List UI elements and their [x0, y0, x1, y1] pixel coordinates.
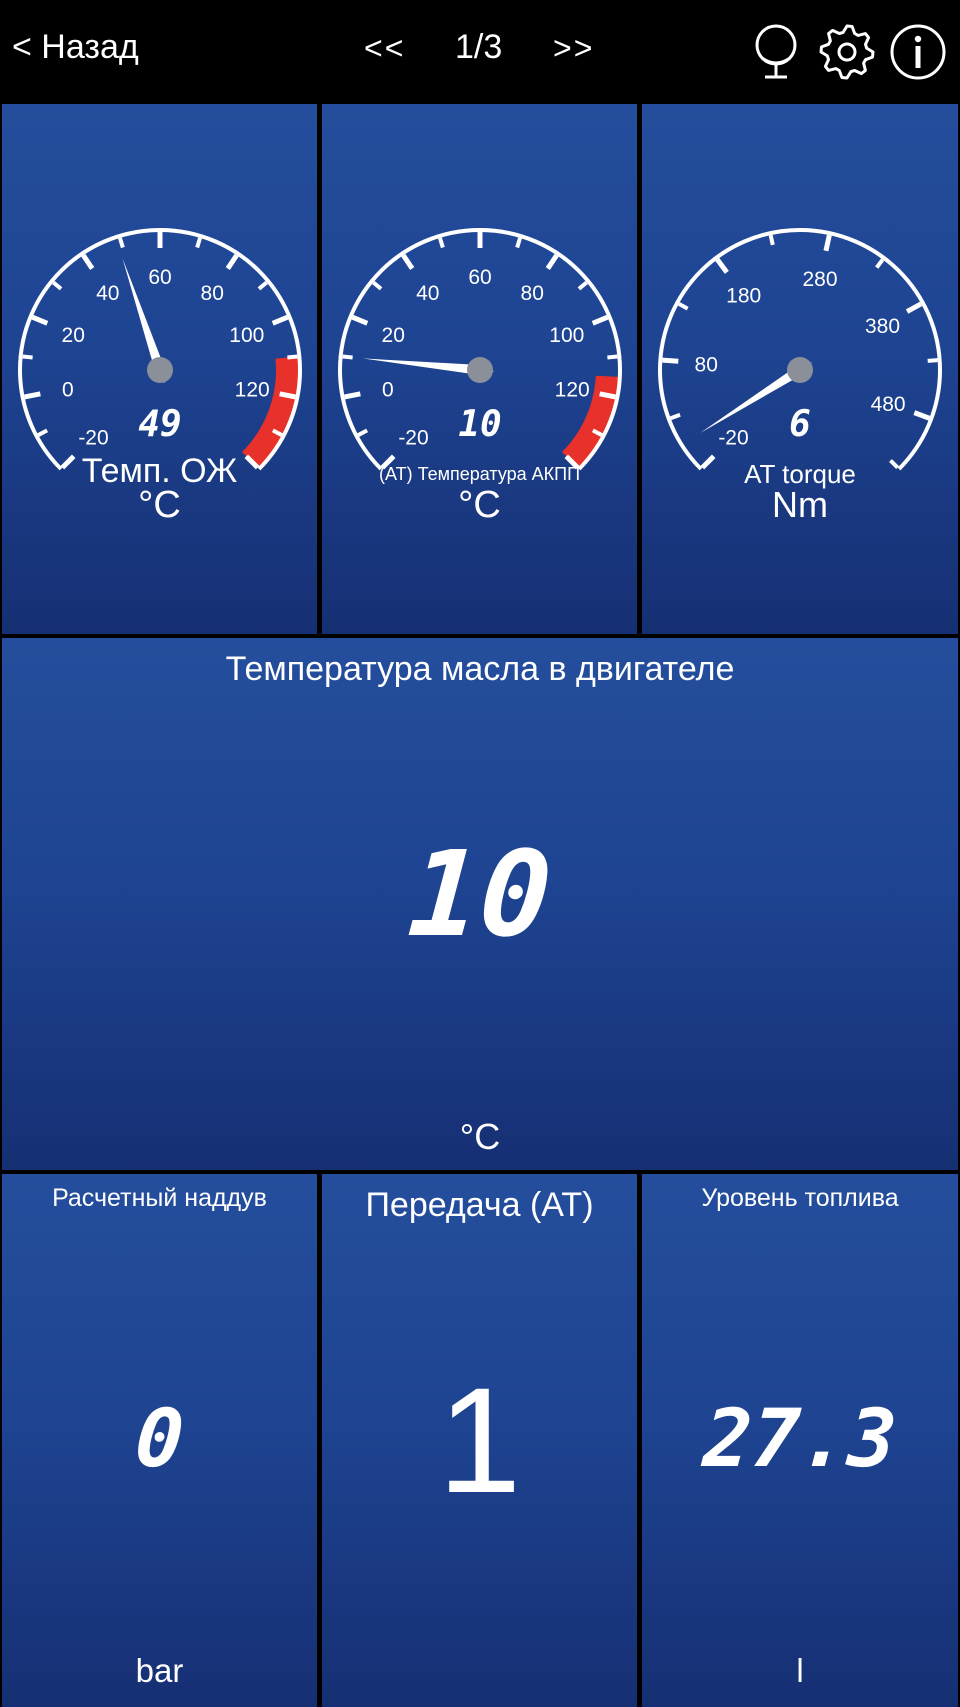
- gauge-tick: [677, 302, 689, 311]
- gauge-tick-label: 20: [62, 324, 85, 347]
- oil-temp-title: Температура масла в двигателе: [225, 650, 735, 688]
- gauge-tick: [927, 358, 938, 363]
- gauge-tick: [438, 237, 445, 249]
- at-torque-gauge: -20 80 180 280 380 480 6: [658, 228, 942, 471]
- gauge-tick: [401, 253, 415, 270]
- gauge-tick: [670, 412, 681, 421]
- gauge-tick-label: -20: [398, 427, 428, 450]
- gear-icon[interactable]: [817, 22, 877, 82]
- gauge-digital-value: 6: [789, 404, 811, 445]
- gauge-tick: [545, 253, 559, 270]
- gauge-tick: [577, 280, 588, 291]
- gauge-tick: [905, 301, 923, 314]
- top-bar: < Назад << 1/3 >>: [0, 0, 960, 104]
- gauge-tick: [913, 410, 931, 421]
- gauge-tick-label: 0: [62, 378, 74, 401]
- at-fluid-temp-gauge-tile[interactable]: -20 0 20 40 60 80 100 120 10 (AT) Температура АК…: [322, 104, 637, 634]
- gauge-needle-hub: [467, 357, 493, 383]
- gauge-tick-label: -20: [718, 427, 748, 450]
- gauge-tick-label: 0: [382, 378, 394, 401]
- boost-title: Расчетный наддув: [52, 1184, 267, 1212]
- gauge-tick-label: 380: [865, 315, 900, 338]
- page-indicator: 1/3: [455, 28, 503, 66]
- at-fluid-temp-gauge: -20 0 20 40 60 80100 120 10: [338, 228, 622, 471]
- gauge-tick-label: 20: [382, 324, 405, 347]
- oil-temp-unit: °C: [459, 1116, 501, 1157]
- fuel-value: 27.3: [700, 1392, 900, 1485]
- gauge-tick-label: 120: [555, 378, 590, 401]
- gauge-tick: [344, 391, 361, 400]
- boost-unit: bar: [135, 1652, 184, 1689]
- oil-temp-tile[interactable]: Температура масла в двигателе 10 °C: [2, 638, 958, 1170]
- gauge-tick: [279, 391, 296, 400]
- gauge-tick-label: 120: [235, 378, 270, 401]
- gauge-tick: [37, 428, 49, 437]
- gauge-tick: [591, 314, 609, 326]
- gear-tile[interactable]: Передача (AT) 1: [322, 1174, 637, 1707]
- fuel-unit: l: [796, 1652, 804, 1689]
- gauge-tick: [118, 237, 125, 249]
- gauge-tick: [342, 354, 353, 360]
- boost-value: 0: [132, 1392, 187, 1485]
- microphone-icon[interactable]: [746, 22, 806, 82]
- gauge-unit: °C: [458, 484, 501, 526]
- gauge-tick: [287, 354, 298, 360]
- gauge-tick: [22, 354, 33, 360]
- next-page-button[interactable]: >>: [553, 30, 594, 67]
- gauge-digital-value: 10: [458, 404, 501, 445]
- gauge-needle-hub: [787, 357, 813, 383]
- gauge-tick-label: 280: [802, 268, 837, 291]
- gauge-tick: [607, 354, 618, 360]
- gauge-tick: [599, 391, 616, 400]
- gauge-tick-label: 180: [726, 285, 761, 308]
- fuel-level-tile[interactable]: Уровень топлива 27.3 l: [642, 1174, 958, 1707]
- oil-temp-value: 10: [404, 825, 556, 963]
- back-button[interactable]: < Назад: [12, 28, 139, 67]
- gauge-tick-label: 80: [695, 353, 718, 376]
- gauge-title: (AT) Температура АКПП: [378, 464, 581, 484]
- info-icon[interactable]: [888, 22, 948, 82]
- gear-value: 1: [437, 1356, 522, 1524]
- gauge-tick: [225, 253, 239, 270]
- gauge-tick: [875, 258, 885, 269]
- gauge-tick-label: 40: [96, 282, 119, 305]
- gauge-tick-label: 480: [871, 393, 906, 416]
- gauge-tick: [195, 237, 202, 249]
- gauge-tick: [768, 234, 775, 246]
- gauge-tick: [24, 391, 41, 400]
- coolant-temp-gauge-tile[interactable]: -20 0 20 40 60 80 100 120 49 Темп. ОЖ °C: [2, 104, 317, 634]
- gauge-tick-label: 40: [416, 282, 439, 305]
- gauge-tick: [81, 253, 95, 270]
- gear-title: Передача (AT): [365, 1186, 594, 1224]
- at-torque-gauge-tile[interactable]: -20 80 180 280 380 480 6 AT torque Nm: [642, 104, 958, 634]
- previous-page-button[interactable]: <<: [364, 30, 405, 67]
- gauge-tick: [271, 314, 289, 326]
- gauge-tick: [823, 234, 832, 252]
- gauge-redzone: [241, 356, 300, 469]
- gauge-tick-label: 100: [549, 324, 584, 347]
- gauge-tick-label: 60: [148, 266, 171, 289]
- gauge-tick-label: 60: [468, 266, 491, 289]
- gauge-tick-label: 100: [229, 324, 264, 347]
- gauge-tick: [515, 237, 522, 249]
- gauge-tick: [372, 280, 383, 291]
- gauge-unit: Nm: [772, 484, 828, 525]
- gauge-tick: [52, 280, 63, 291]
- gauge-tick: [662, 357, 679, 364]
- gauge-tick: [351, 314, 369, 326]
- gauge-tick: [715, 258, 729, 274]
- coolant-temp-gauge: -20 0 20 40 60 80100 120 49: [18, 228, 302, 471]
- gauge-tick-label: 80: [201, 282, 224, 305]
- gauge-tick: [31, 314, 49, 326]
- fuel-title: Уровень топлива: [701, 1184, 899, 1212]
- gauge-tick-label: 80: [521, 282, 544, 305]
- gauge-needle-hub: [147, 357, 173, 383]
- gauge-digital-value: 49: [138, 404, 181, 445]
- gauge-unit: °C: [138, 484, 181, 526]
- gauge-tick: [357, 428, 369, 437]
- gauge-tick-label: -20: [78, 427, 108, 450]
- boost-tile[interactable]: Расчетный наддув 0 bar: [2, 1174, 317, 1707]
- gauge-tick: [257, 280, 268, 291]
